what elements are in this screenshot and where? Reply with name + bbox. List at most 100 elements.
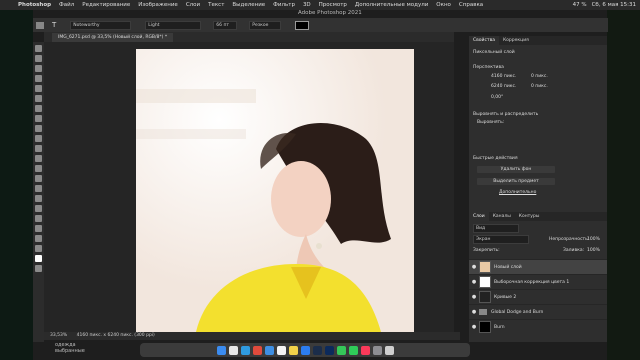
eraser-tool-icon[interactable]: [35, 155, 42, 162]
angle-field[interactable]: 0,00°: [491, 95, 503, 100]
crop-tool-icon[interactable]: [35, 85, 42, 92]
tab-paths[interactable]: Контуры: [515, 212, 544, 221]
quick-mask-icon[interactable]: [35, 265, 42, 272]
layer-filter-select[interactable]: Вид: [473, 224, 519, 233]
dodge-tool-icon[interactable]: [35, 185, 42, 192]
menu-select[interactable]: Выделение: [228, 2, 269, 8]
font-size-field[interactable]: 66 пт: [213, 20, 238, 30]
menu-layer[interactable]: Слои: [182, 2, 204, 8]
layer-row[interactable]: ● Выборочная коррекция цвета 1: [469, 274, 607, 289]
history-brush-icon[interactable]: [35, 145, 42, 152]
stamp-tool-icon[interactable]: [35, 135, 42, 142]
menu-image[interactable]: Изображение: [134, 2, 182, 8]
fill-field[interactable]: 100%: [587, 248, 600, 253]
settings-icon[interactable]: [372, 345, 382, 355]
lightroom-icon[interactable]: [312, 345, 322, 355]
brush-tool-icon[interactable]: [35, 125, 42, 132]
messages-icon[interactable]: [336, 345, 346, 355]
clock[interactable]: Сб, 6 мая 15:31: [592, 2, 636, 8]
finder-icon[interactable]: [216, 345, 226, 355]
eye-icon[interactable]: ●: [469, 309, 479, 315]
layer-row[interactable]: ● Кривые 2: [469, 289, 607, 304]
pen-tool-icon[interactable]: [35, 195, 42, 202]
layer-row[interactable]: ● Global Dodge and Burn: [469, 304, 607, 319]
select-subject-button[interactable]: Выделить предмет: [477, 178, 555, 185]
eye-icon[interactable]: ●: [469, 324, 479, 330]
y-field[interactable]: 0 пикс.: [531, 84, 548, 89]
menu-view[interactable]: Просмотр: [315, 2, 351, 8]
menu-window[interactable]: Окно: [432, 2, 455, 8]
app-store-icon[interactable]: [300, 345, 310, 355]
eyedropper-tool-icon[interactable]: [35, 105, 42, 112]
zoom-tool-icon[interactable]: [35, 245, 42, 252]
text-tool-icon[interactable]: T: [52, 21, 56, 29]
quick-select-tool-icon[interactable]: [35, 75, 42, 82]
layer-thumbnail: [479, 321, 491, 333]
app-title: Adobe Photoshop 2021: [298, 10, 362, 16]
foreground-color-icon[interactable]: [35, 255, 42, 262]
calendar-icon[interactable]: [276, 345, 286, 355]
lasso-tool-icon[interactable]: [35, 65, 42, 72]
font-style-select[interactable]: Light: [145, 20, 202, 30]
font-family-select[interactable]: Noteworthy: [70, 20, 132, 30]
zoom-readout[interactable]: 33,53%: [50, 333, 67, 338]
mail-icon[interactable]: [264, 345, 274, 355]
menu-edit[interactable]: Редактирование: [78, 2, 134, 8]
tab-adjustments[interactable]: Коррекция: [499, 36, 533, 45]
menu-file[interactable]: Файл: [55, 2, 78, 8]
hand-tool-icon[interactable]: [35, 235, 42, 242]
document-canvas[interactable]: [136, 49, 414, 332]
align-label: Выровнять:: [477, 120, 505, 125]
menu-filter[interactable]: Фильтр: [269, 2, 299, 8]
height-field[interactable]: 6240 пикс.: [491, 84, 516, 89]
home-icon[interactable]: [36, 21, 44, 29]
rectangle-tool-icon[interactable]: [35, 225, 42, 232]
layer-row[interactable]: ● Burn: [469, 319, 607, 334]
menu-plugins[interactable]: Дополнительные модули: [351, 2, 432, 8]
color-swatch[interactable]: [295, 20, 310, 30]
layer-name: Выборочная коррекция цвета 1: [494, 279, 570, 285]
eye-icon[interactable]: ●: [469, 279, 479, 285]
chrome-icon[interactable]: [252, 345, 262, 355]
menu-help[interactable]: Справка: [455, 2, 487, 8]
menu-type[interactable]: Текст: [204, 2, 228, 8]
photoshop-icon[interactable]: [324, 345, 334, 355]
menu-3d[interactable]: 3D: [299, 2, 315, 8]
marquee-tool-icon[interactable]: [35, 55, 42, 62]
tab-properties[interactable]: Свойства: [469, 36, 499, 45]
tab-layers[interactable]: Слои: [469, 212, 489, 221]
battery-status[interactable]: 47 %: [573, 2, 587, 8]
menu-app[interactable]: Photoshop: [14, 2, 55, 8]
width-field[interactable]: 4160 пикс.: [491, 74, 516, 79]
path-select-icon[interactable]: [35, 215, 42, 222]
eye-icon[interactable]: ●: [469, 294, 479, 300]
launchpad-icon[interactable]: [228, 345, 238, 355]
eye-icon[interactable]: ●: [469, 264, 479, 270]
move-tool-icon[interactable]: [35, 45, 42, 52]
transform-title[interactable]: Перспектива: [473, 65, 504, 70]
layer-row[interactable]: ● Новый слой: [469, 259, 607, 274]
safari-icon[interactable]: [240, 345, 250, 355]
x-field[interactable]: 0 пикс.: [531, 74, 548, 79]
trash-icon[interactable]: [384, 345, 394, 355]
more-link[interactable]: Дополнительно: [499, 190, 536, 195]
antialias-select[interactable]: Резкое: [249, 20, 282, 30]
remove-background-button[interactable]: Удалить фон: [477, 166, 555, 173]
frame-tool-icon[interactable]: [35, 95, 42, 102]
desktop-right: [607, 10, 640, 360]
type-tool-icon[interactable]: [35, 205, 42, 212]
blur-tool-icon[interactable]: [35, 175, 42, 182]
blend-mode-select[interactable]: Экран: [473, 235, 529, 244]
layer-thumbnail: [479, 261, 491, 273]
tab-channels[interactable]: Каналы: [489, 212, 515, 221]
align-title[interactable]: Выровнять и распределить: [473, 112, 538, 117]
music-icon[interactable]: [360, 345, 370, 355]
healing-tool-icon[interactable]: [35, 115, 42, 122]
opacity-field[interactable]: 100%: [587, 237, 600, 242]
notes-icon[interactable]: [288, 345, 298, 355]
gradient-tool-icon[interactable]: [35, 165, 42, 172]
document-tab[interactable]: IMG_6271.psd @ 33,5% (Новый слой, RGB/8*…: [52, 33, 174, 42]
quick-actions-title[interactable]: Быстрые действия: [473, 156, 518, 161]
facetime-icon[interactable]: [348, 345, 358, 355]
layer-type-label: Пиксельный слой: [473, 50, 515, 55]
